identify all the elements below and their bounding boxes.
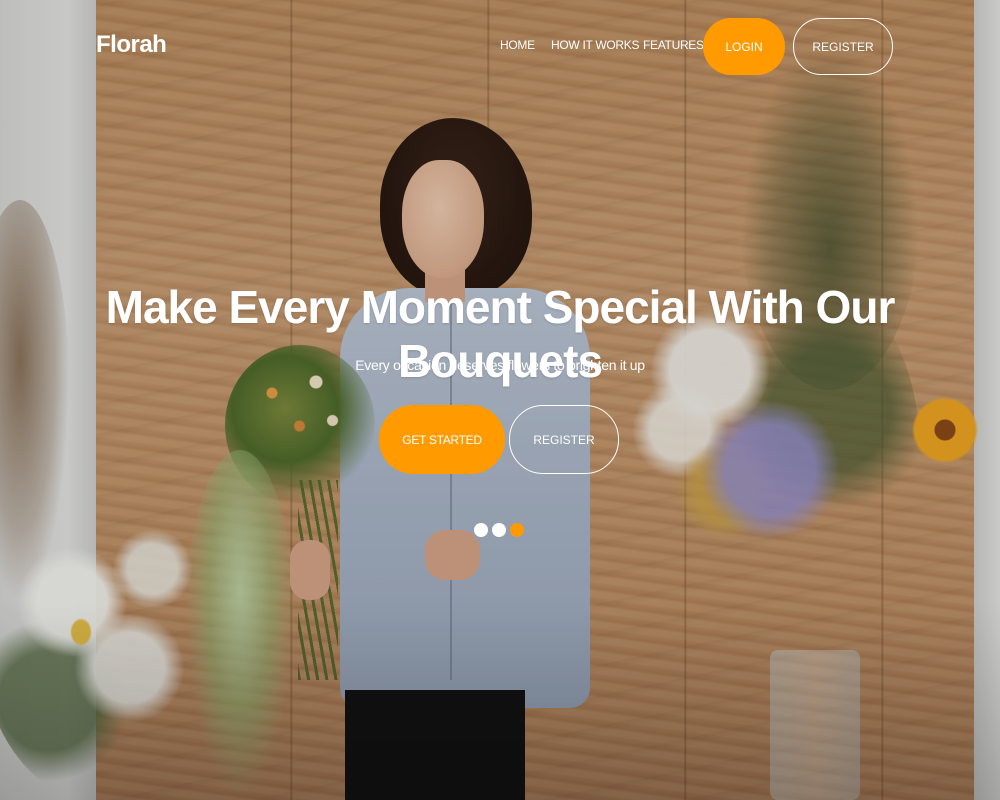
nav-link-home[interactable]: HOME [500,38,535,52]
carousel-dot-2[interactable] [492,523,506,537]
carousel-dot-3[interactable] [510,523,524,537]
nav-link-how-it-works[interactable]: HOW IT WORKS [551,38,639,52]
hero-subtitle: Every occasion deserves flowers to brigh… [355,357,645,373]
navbar: Florah HOME HOW IT WORKS FEATURES LOGIN … [0,0,1000,92]
hero-section: Florah HOME HOW IT WORKS FEATURES LOGIN … [0,0,1000,800]
carousel-indicators [474,523,524,539]
register-hero-button[interactable]: REGISTER [509,405,619,474]
brand-logo[interactable]: Florah [96,31,167,59]
nav-link-features[interactable]: FEATURES [643,38,704,52]
login-button[interactable]: LOGIN [703,18,785,75]
carousel-dot-1[interactable] [474,523,488,537]
get-started-button[interactable]: GET STARTED [379,405,505,474]
register-nav-button[interactable]: REGISTER [793,18,893,75]
